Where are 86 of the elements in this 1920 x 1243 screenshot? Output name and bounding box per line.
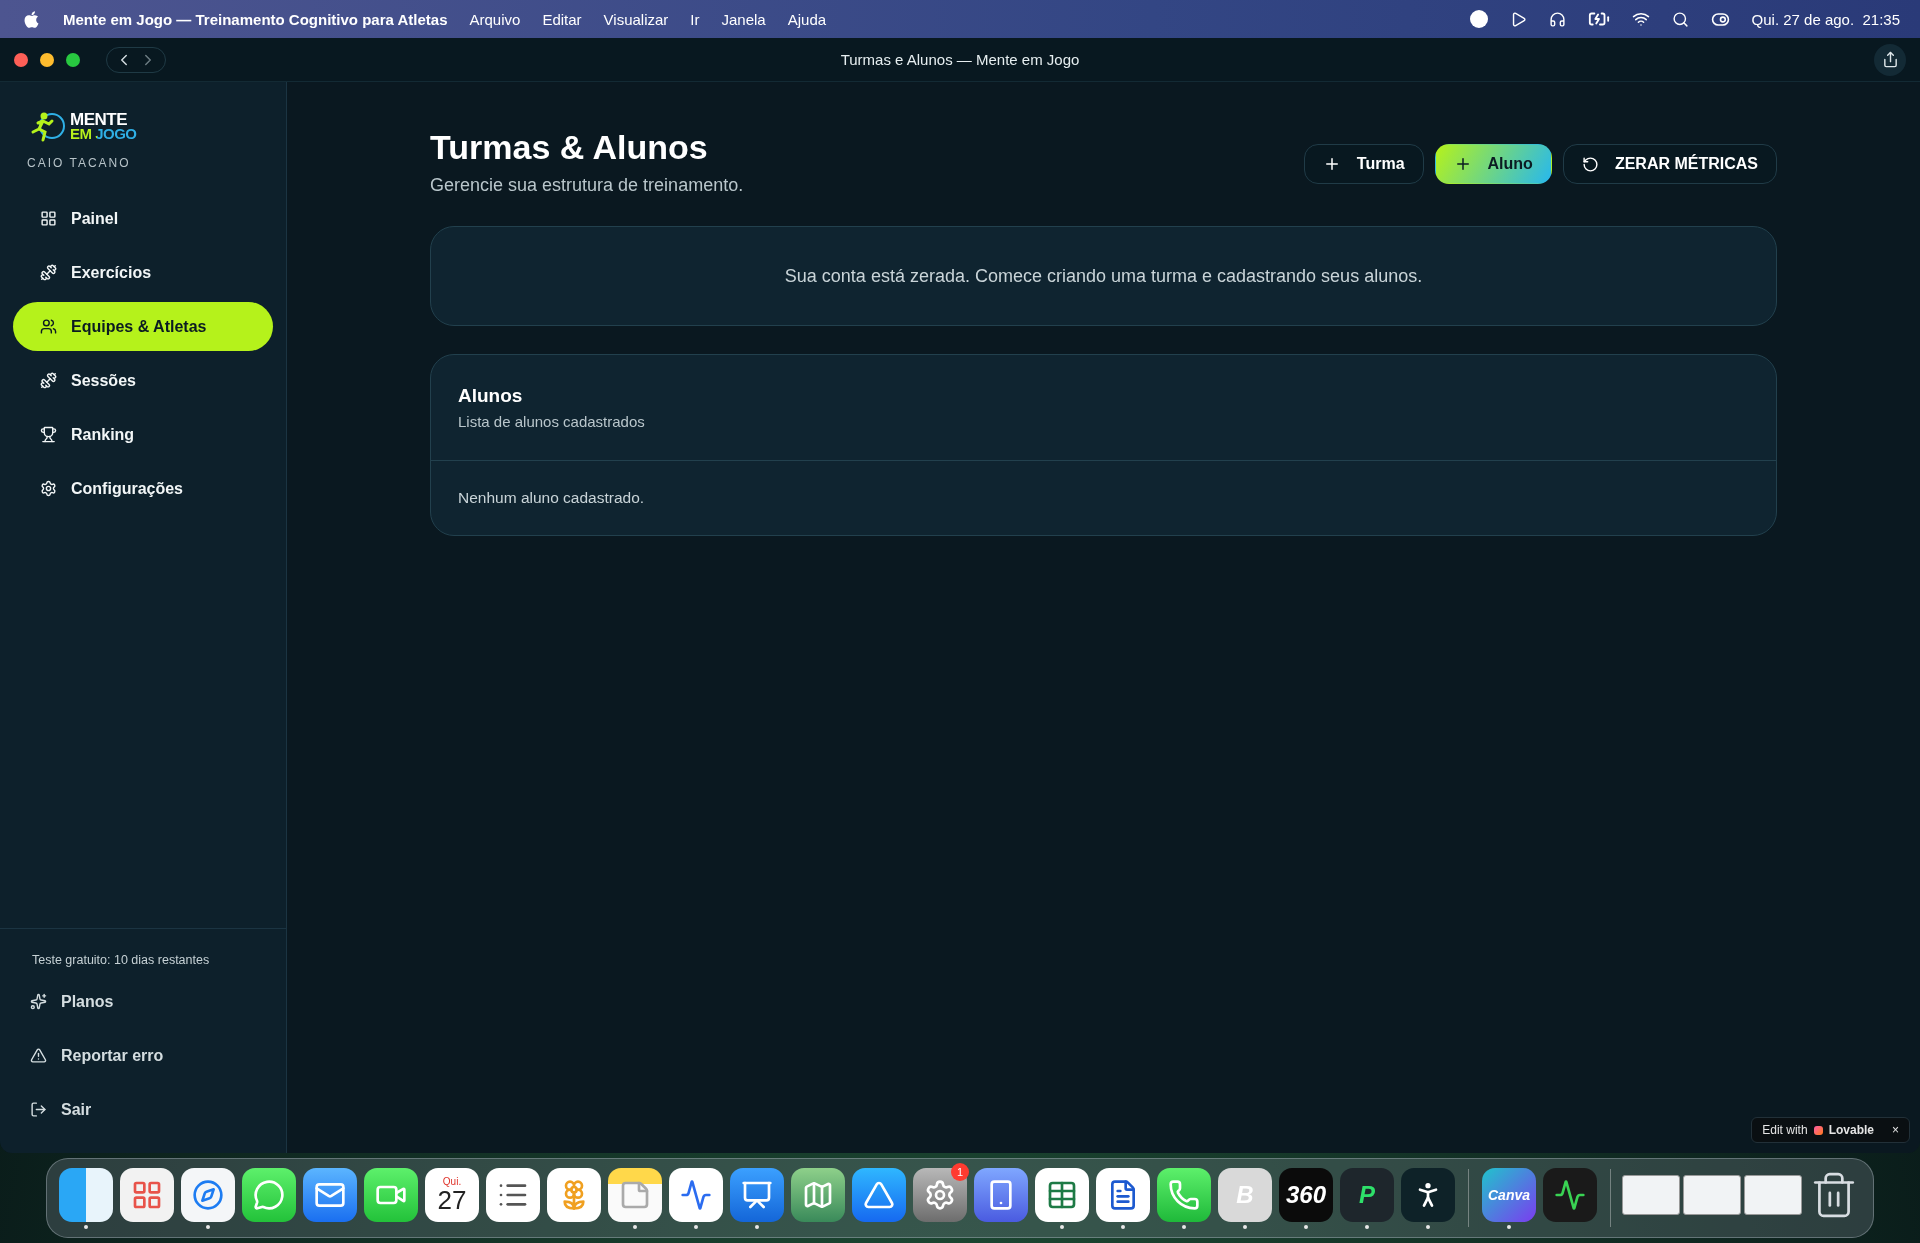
runner-logo-icon [30, 110, 66, 144]
zoom-button[interactable] [66, 52, 80, 67]
menu-item[interactable]: Arquivo [469, 10, 521, 28]
text-tile-icon[interactable]: Canva [1482, 1167, 1536, 1222]
document-icon[interactable] [1096, 1167, 1150, 1222]
brand-name: MENTE [70, 113, 128, 127]
settings-icon [40, 480, 57, 497]
app-label: 360 [1285, 1180, 1326, 1209]
app-menu[interactable]: Mente em Jogo — Treinamento Cognitivo para Atletas [63, 10, 448, 28]
logout-icon [30, 1101, 47, 1118]
badge-brand: Lovable [1828, 1123, 1874, 1137]
menu-item[interactable]: Ajuda [787, 10, 827, 28]
trial-notice: Teste gratuito: 10 dias restantes [31, 953, 211, 967]
notification-badge: 1 [951, 1163, 969, 1181]
brand-name: EM JOGO [70, 127, 137, 141]
flower-icon[interactable] [547, 1167, 601, 1222]
menu-item[interactable]: Janela [721, 10, 766, 28]
close-button[interactable] [14, 52, 28, 67]
phone-icon[interactable] [974, 1167, 1028, 1222]
squiggle-icon[interactable] [669, 1167, 723, 1222]
wifi-icon[interactable] [1631, 10, 1650, 28]
sidebar-item[interactable]: Painel [13, 194, 273, 243]
podium-icon[interactable] [730, 1167, 784, 1222]
phone-bubble-icon[interactable] [1157, 1167, 1211, 1222]
earbuds-icon[interactable] [1548, 10, 1566, 28]
action-button[interactable]: ZERAR MÉTRICAS [1562, 144, 1777, 184]
pulse-icon[interactable] [1543, 1167, 1597, 1222]
menu-item[interactable]: Editar [542, 10, 582, 28]
app-label: Canva [1488, 1186, 1530, 1203]
close-icon[interactable]: × [1892, 1123, 1899, 1137]
sidebar-item[interactable]: Sair [13, 1085, 273, 1134]
sparkles-icon [30, 993, 47, 1010]
card-title: Alunos [458, 385, 524, 407]
share-button[interactable] [1874, 43, 1906, 76]
gear-icon[interactable] [913, 1167, 967, 1222]
sidebar-item[interactable]: Equipes & Atletas [13, 302, 273, 351]
warning-icon [30, 1047, 47, 1064]
user-name: CAIO TACANO [27, 156, 132, 170]
sidebar-item[interactable]: Configurações [13, 464, 273, 513]
trophy-icon [40, 426, 57, 443]
minimize-button[interactable] [40, 52, 54, 67]
speech-bubble-icon[interactable] [242, 1167, 296, 1222]
sidebar-item[interactable]: Ranking [13, 410, 273, 459]
map-icon[interactable] [791, 1167, 845, 1222]
clock[interactable]: Qui. 27 de ago. 21:35 [1751, 10, 1900, 28]
empty-message: Nenhum aluno cadastrado. [457, 488, 646, 508]
window-thumbnail[interactable] [1683, 1174, 1741, 1215]
calendar-date: 27 [437, 1187, 467, 1213]
sidebar-item[interactable]: Exercícios [13, 248, 273, 297]
envelope-icon[interactable] [303, 1167, 357, 1222]
app-label: P [1359, 1180, 1375, 1209]
letter-tile-icon[interactable]: P [1340, 1167, 1394, 1222]
card-subtitle: Lista de alunos cadastrados [458, 413, 646, 430]
dumbbell-icon [40, 372, 57, 389]
compass-icon[interactable] [181, 1167, 235, 1222]
page-subtitle: Gerencie sua estrutura de treinamento. [430, 175, 744, 196]
action-button[interactable]: Turma [1303, 144, 1424, 184]
text-tile-icon[interactable]: 360 [1279, 1167, 1333, 1222]
menu-item[interactable]: Visualizar [603, 10, 669, 28]
search-icon[interactable] [1671, 10, 1689, 28]
badge-text: Edit with [1762, 1123, 1808, 1137]
grid-icon[interactable] [120, 1167, 174, 1222]
reset-icon [1581, 155, 1599, 173]
share-icon [1881, 51, 1899, 68]
sidebar-item[interactable]: Reportar erro [13, 1031, 273, 1080]
spreadsheet-icon[interactable] [1035, 1167, 1089, 1222]
window-title: Turmas e Alunos — Mente em Jogo [840, 51, 1080, 68]
apple-icon[interactable] [22, 9, 41, 29]
edit-with-badge[interactable]: Edit with Lovable × [1751, 1117, 1910, 1143]
sidebar-item[interactable]: Planos [13, 977, 273, 1026]
action-button[interactable]: Aluno [1434, 144, 1552, 184]
sidebar-item[interactable]: Sessões [13, 356, 273, 405]
list-icon[interactable] [486, 1167, 540, 1222]
two-tone-tile-icon[interactable] [59, 1167, 113, 1222]
calendar-day: Qui. [442, 1176, 462, 1187]
page-title: Turmas & Alunos [430, 128, 709, 167]
window-thumbnail[interactable] [1622, 1174, 1680, 1215]
window-thumbnail[interactable] [1744, 1174, 1802, 1215]
dumbbell-icon [40, 264, 57, 281]
menu-item[interactable]: Ir [690, 10, 700, 28]
users-icon [40, 318, 57, 335]
calendar-icon[interactable]: Qui. 27 [425, 1167, 479, 1222]
video-camera-icon[interactable] [364, 1167, 418, 1222]
notepad-icon[interactable] [608, 1167, 662, 1222]
grid-icon [40, 210, 57, 227]
empty-account-notice: Sua conta está zerada. Comece criando uma turma e cadastrando seus alunos. [430, 226, 1777, 326]
